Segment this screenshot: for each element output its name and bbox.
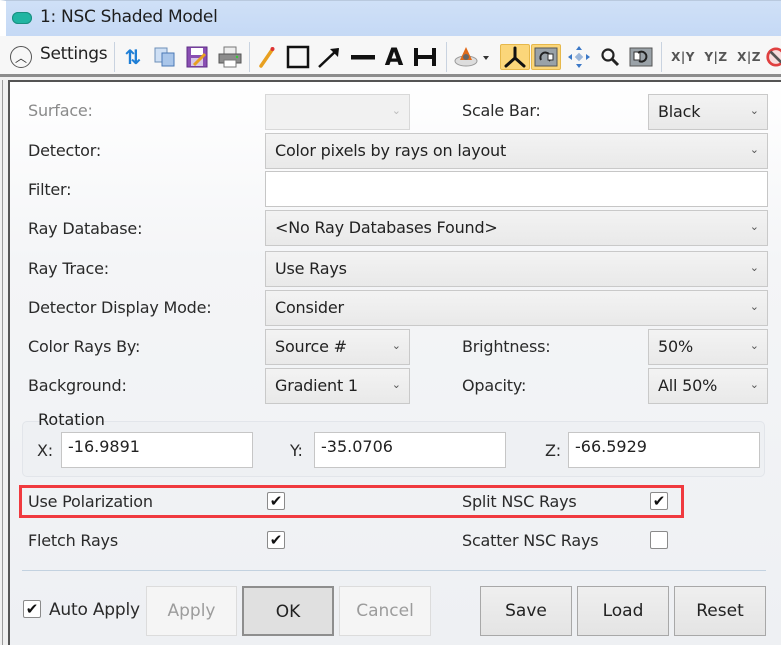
copy-icon[interactable] (152, 44, 178, 70)
opacity-label: Opacity: (462, 376, 527, 395)
scale-bar-select[interactable]: Black ⌄ (648, 94, 768, 130)
chevron-down-icon: ⌄ (749, 339, 759, 352)
rotation-z-label: Z: (545, 441, 561, 460)
rectangle-icon[interactable] (284, 44, 312, 70)
color-rays-by-label: Color Rays By: (28, 337, 141, 356)
toolbar-separator (446, 42, 447, 72)
ray-trace-select[interactable]: Use Rays ⌄ (265, 251, 768, 287)
toolbar: ︿ Settings ⇅ A X|Y Y|Z X|Z (0, 36, 781, 77)
filter-input-box (265, 171, 768, 207)
settings-toggle[interactable]: Settings (40, 44, 108, 64)
print-icon[interactable] (216, 44, 244, 70)
detector-display-mode-value: Consider (275, 298, 344, 317)
view-yz-button[interactable]: Y|Z (701, 44, 731, 70)
split-nsc-rays-checkbox[interactable]: ✔ (650, 492, 668, 510)
window-border (2, 80, 3, 645)
background-label: Background: (28, 376, 127, 395)
detector-select[interactable]: Color pixels by rays on layout ⌄ (265, 133, 768, 169)
background-select[interactable]: Gradient 1 ⌄ (265, 368, 410, 404)
save-button[interactable]: Save (480, 586, 572, 636)
detector-label: Detector: (28, 141, 102, 160)
brightness-label: Brightness: (462, 337, 551, 356)
pencil-icon[interactable] (256, 44, 278, 70)
reset-view-icon[interactable] (627, 44, 655, 70)
detector-display-mode-select[interactable]: Consider ⌄ (265, 290, 768, 326)
fletch-rays-label: Fletch Rays (28, 531, 118, 550)
app-icon (12, 12, 32, 24)
save-icon[interactable] (184, 44, 210, 70)
load-button[interactable]: Load (577, 586, 669, 636)
arrow-icon[interactable] (314, 44, 344, 70)
chevron-down-icon: ⌄ (749, 378, 759, 391)
split-nsc-rays-label: Split NSC Rays (462, 492, 577, 511)
view-xz-button[interactable]: X|Z (734, 44, 764, 70)
rotation-x-box (61, 432, 253, 468)
rotate-mode-icon[interactable] (531, 44, 561, 70)
chevron-down-icon: ⌄ (749, 300, 759, 313)
opacity-select[interactable]: All 50% ⌄ (648, 368, 768, 404)
chevron-down-icon: ⌄ (749, 143, 759, 156)
filter-input[interactable] (266, 172, 767, 206)
rotation-z-input[interactable] (569, 433, 759, 467)
chevron-up-icon[interactable]: ︿ (10, 46, 32, 68)
use-polarization-label: Use Polarization (28, 492, 153, 511)
ray-database-select[interactable]: <No Ray Databases Found> ⌄ (265, 210, 768, 246)
text-icon[interactable]: A (381, 43, 407, 71)
rotation-y-box (314, 432, 506, 468)
scale-bar-label: Scale Bar: (462, 101, 541, 120)
chevron-down-icon: ⌄ (749, 220, 759, 233)
ray-database-label: Ray Database: (28, 219, 143, 238)
rotate-view-dropdown[interactable] (452, 44, 492, 70)
pan-icon[interactable] (565, 44, 593, 70)
ray-trace-value: Use Rays (275, 259, 347, 278)
auto-apply-checkbox[interactable]: ✔ (23, 600, 41, 618)
scatter-nsc-rays-checkbox[interactable] (650, 531, 668, 549)
rotation-x-input[interactable] (62, 433, 252, 467)
divider (22, 570, 766, 571)
ok-button[interactable]: OK (242, 586, 334, 636)
apply-button[interactable]: Apply (146, 586, 237, 636)
color-rays-by-value: Source # (275, 337, 347, 356)
dimension-icon[interactable] (411, 44, 439, 70)
toolbar-separator (249, 42, 250, 72)
surface-label: Surface: (28, 101, 93, 120)
brightness-select[interactable]: 50% ⌄ (648, 329, 768, 365)
rotation-z-box (568, 432, 760, 468)
axes-toggle-icon[interactable] (500, 44, 530, 70)
ray-trace-label: Ray Trace: (28, 259, 109, 278)
detector-value: Color pixels by rays on layout (275, 141, 507, 160)
chevron-down-icon: ⌄ (391, 378, 401, 391)
surface-select: ⌄ (265, 94, 410, 130)
filter-label: Filter: (28, 180, 72, 199)
line-icon[interactable] (349, 44, 377, 70)
color-rays-by-select[interactable]: Source # ⌄ (265, 329, 410, 365)
auto-apply-label: Auto Apply (49, 600, 140, 620)
window-title: 1: NSC Shaded Model (40, 7, 218, 27)
toolbar-separator (661, 42, 662, 72)
view-xy-button[interactable]: X|Y (668, 44, 698, 70)
chevron-down-icon: ⌄ (391, 104, 401, 117)
opacity-value: All 50% (658, 376, 718, 395)
use-polarization-checkbox[interactable]: ✔ (267, 492, 285, 510)
zoom-icon[interactable] (598, 44, 622, 70)
rotation-y-input[interactable] (315, 433, 505, 467)
reset-button[interactable]: Reset (674, 586, 766, 636)
scale-bar-value: Black (658, 102, 701, 121)
brightness-value: 50% (658, 337, 693, 356)
rotation-title: Rotation (38, 410, 105, 429)
background-value: Gradient 1 (275, 376, 358, 395)
rotation-x-label: X: (37, 441, 53, 460)
cancel-button[interactable]: Cancel (339, 586, 431, 636)
no-symbol-icon[interactable] (765, 44, 781, 70)
ray-database-value: <No Ray Databases Found> (275, 218, 498, 237)
refresh-icon[interactable]: ⇅ (120, 44, 146, 70)
scatter-nsc-rays-label: Scatter NSC Rays (462, 531, 599, 550)
detector-display-mode-label: Detector Display Mode: (28, 298, 212, 317)
chevron-down-icon: ⌄ (749, 261, 759, 274)
chevron-down-icon: ⌄ (391, 339, 401, 352)
fletch-rays-checkbox[interactable]: ✔ (267, 531, 285, 549)
rotation-y-label: Y: (290, 441, 303, 460)
chevron-down-icon: ⌄ (749, 104, 759, 117)
toolbar-separator (114, 42, 115, 72)
